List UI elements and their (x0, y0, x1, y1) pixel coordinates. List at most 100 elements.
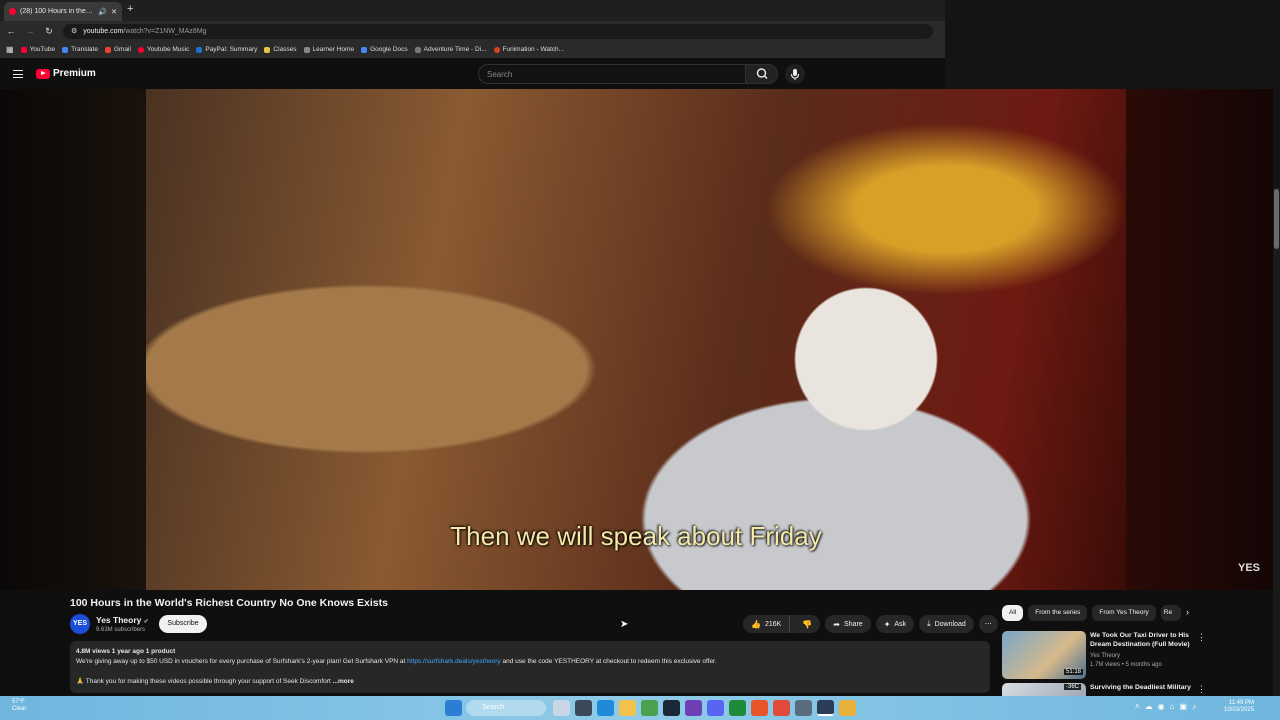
apps-grid-icon[interactable]: ▦ (6, 45, 14, 54)
youtube-play-icon (36, 68, 50, 79)
chevron-right-icon[interactable]: › (1186, 607, 1189, 617)
funimation-icon (493, 46, 500, 53)
channel-avatar[interactable]: YES (70, 614, 90, 634)
speaker-icon[interactable]: 🔊 (98, 8, 107, 16)
video-duration: 51:18 (1064, 669, 1084, 675)
subscriber-count: 9.63M subscribers (96, 627, 146, 633)
tab-title: (28) 100 Hours in the World's Richest Co… (20, 8, 95, 15)
thumbs-up-icon: 👍 (751, 619, 761, 629)
weather-widget[interactable]: 57°F Clear (12, 699, 26, 713)
discord-icon[interactable] (707, 700, 724, 716)
thumbs-down-icon[interactable]: 👎 (794, 620, 820, 629)
download-label: Download (934, 620, 966, 628)
chip-from-channel[interactable]: From Yes Theory (1092, 605, 1156, 621)
recommendation-item[interactable]: -36C Surviving the Deadliest Military ⋮ (1002, 683, 1272, 696)
site-info-icon[interactable]: ⚙ (71, 27, 77, 35)
search-input[interactable]: Search (478, 64, 746, 84)
more-vertical-icon[interactable]: ⋮ (1197, 684, 1206, 695)
chip-all[interactable]: All (1002, 605, 1024, 621)
steam-vr-icon[interactable] (817, 700, 834, 716)
logo-label: Premium (53, 68, 96, 79)
bookmark-label: Classes (273, 46, 297, 53)
weather-desc: Clear (12, 706, 27, 712)
new-tab-icon[interactable]: + (127, 3, 133, 15)
bookmark-youtube[interactable]: YouTube (20, 46, 55, 53)
video-player[interactable]: Then we will speak about Friday YES (0, 89, 1273, 590)
channel-watermark[interactable]: YES (1238, 562, 1260, 574)
youtube-favicon-icon (9, 8, 16, 15)
bookmark-paypal[interactable]: PayPal: Summary (196, 46, 257, 53)
url-field[interactable]: ⚙ youtube.com/watch?v=Z1NW_MAz8Mg (63, 23, 933, 39)
bookmark-google-docs[interactable]: Google Docs (361, 46, 408, 53)
channel-name[interactable]: Yes Theory ✔ (96, 615, 149, 625)
bookmark-learner-home[interactable]: Learner Home (303, 46, 355, 53)
bookmark-label: PayPal: Summary (205, 46, 258, 53)
bookmark-adventure-time[interactable]: Adventure Time - Di... (414, 46, 487, 53)
brave-icon[interactable] (751, 700, 768, 716)
description-text: We're giving away up to $50 USD in vouch… (76, 658, 408, 665)
description-text: and use the code YESTHEORY at checkout t… (500, 658, 717, 665)
translate-icon (62, 46, 69, 53)
task-view-icon[interactable] (575, 700, 592, 716)
taskbar-search[interactable]: Search (466, 700, 546, 716)
search-button[interactable] (745, 64, 778, 84)
recommendation-title[interactable]: We Took Our Taxi Driver to His Dream Des… (1090, 631, 1202, 649)
video-caption: Then we will speak about Friday (450, 521, 822, 551)
share-icon: ➦ (833, 619, 840, 629)
windows-start-icon[interactable] (445, 700, 462, 716)
bookmark-translate[interactable]: Translate (62, 46, 98, 53)
youtube-logo[interactable]: Premium (36, 68, 96, 79)
steam-icon[interactable] (663, 700, 680, 716)
bookmark-funimation[interactable]: Funimation - Watch... (493, 46, 564, 53)
hamburger-menu-icon[interactable] (13, 70, 23, 78)
forward-icon[interactable]: → (22, 26, 38, 36)
subscribe-button[interactable]: Subscribe (159, 615, 207, 633)
xbox-icon[interactable] (729, 700, 746, 716)
settings-icon[interactable] (795, 700, 812, 716)
voice-search-button[interactable] (785, 64, 805, 84)
bookmark-gmail[interactable]: Gmail (104, 46, 131, 53)
recommendation-item[interactable]: 51:18 We Took Our Taxi Driver to His Dre… (1002, 631, 1272, 681)
chip-from-series[interactable]: From the series (1028, 605, 1088, 621)
more-vertical-icon[interactable]: ⋮ (1197, 632, 1206, 643)
copilot-icon[interactable] (553, 700, 570, 716)
edge-icon[interactable] (597, 700, 614, 716)
media-player-icon[interactable] (773, 700, 790, 716)
bookmark-label: Google Docs (370, 46, 408, 53)
browser-tab[interactable]: (28) 100 Hours in the World's Richest Co… (4, 2, 122, 21)
ask-label: Ask (894, 620, 907, 628)
bookmark-label: Learner Home (312, 46, 355, 53)
warning-icon[interactable] (839, 700, 856, 716)
more-actions-button[interactable]: ⋯ (978, 615, 998, 633)
file-explorer-icon[interactable] (619, 700, 636, 716)
recommendation-title[interactable]: Surviving the Deadliest Military (1090, 683, 1202, 692)
address-bar-row: ← → ↻ ⚙ youtube.com/watch?v=Z1NW_MAz8Mg (0, 21, 945, 41)
taskbar-clock[interactable]: 11:49 PM 10/03/2025 (1224, 700, 1254, 714)
chrome-icon[interactable] (641, 700, 658, 716)
github-desktop-icon[interactable] (685, 700, 702, 716)
reload-icon[interactable]: ↻ (41, 26, 57, 37)
recommendation-channel[interactable]: Yes Theory (1090, 653, 1120, 659)
share-button[interactable]: ➦ Share (825, 615, 871, 633)
taskbar-app-icons (553, 700, 856, 716)
close-tab-icon[interactable]: ✕ (111, 8, 117, 16)
chip-related[interactable]: Re (1160, 605, 1181, 621)
back-icon[interactable]: ← (3, 26, 19, 36)
google-docs-icon (361, 46, 368, 53)
like-button[interactable]: 👍 216K (743, 615, 791, 633)
sponsor-link[interactable]: https://surfshark.deals/yestheory (407, 658, 501, 665)
description-box[interactable]: 4.8M views 1 year ago 1 product We're gi… (70, 641, 990, 693)
bookmark-label: Adventure Time - Di... (423, 46, 487, 53)
page-scrollbar[interactable] (1273, 188, 1280, 696)
more-horizontal-icon: ⋯ (984, 621, 992, 628)
ask-button[interactable]: ✦ Ask (875, 615, 915, 633)
mouse-cursor-icon: ➤ (620, 619, 629, 630)
bookmark-youtube-music[interactable]: Youtube Music (137, 46, 189, 53)
more-link[interactable]: ...more (333, 678, 354, 685)
bookmark-classes[interactable]: Classes (264, 46, 297, 53)
search-icon (756, 68, 768, 79)
download-button[interactable]: ⤓ Download (919, 615, 974, 633)
scrollbar-thumb[interactable] (1274, 189, 1279, 249)
description-line-2: 🙏 Thank you for making these videos poss… (76, 677, 984, 687)
system-tray[interactable]: ˄☁◉⌂▣♪ (1135, 702, 1201, 711)
